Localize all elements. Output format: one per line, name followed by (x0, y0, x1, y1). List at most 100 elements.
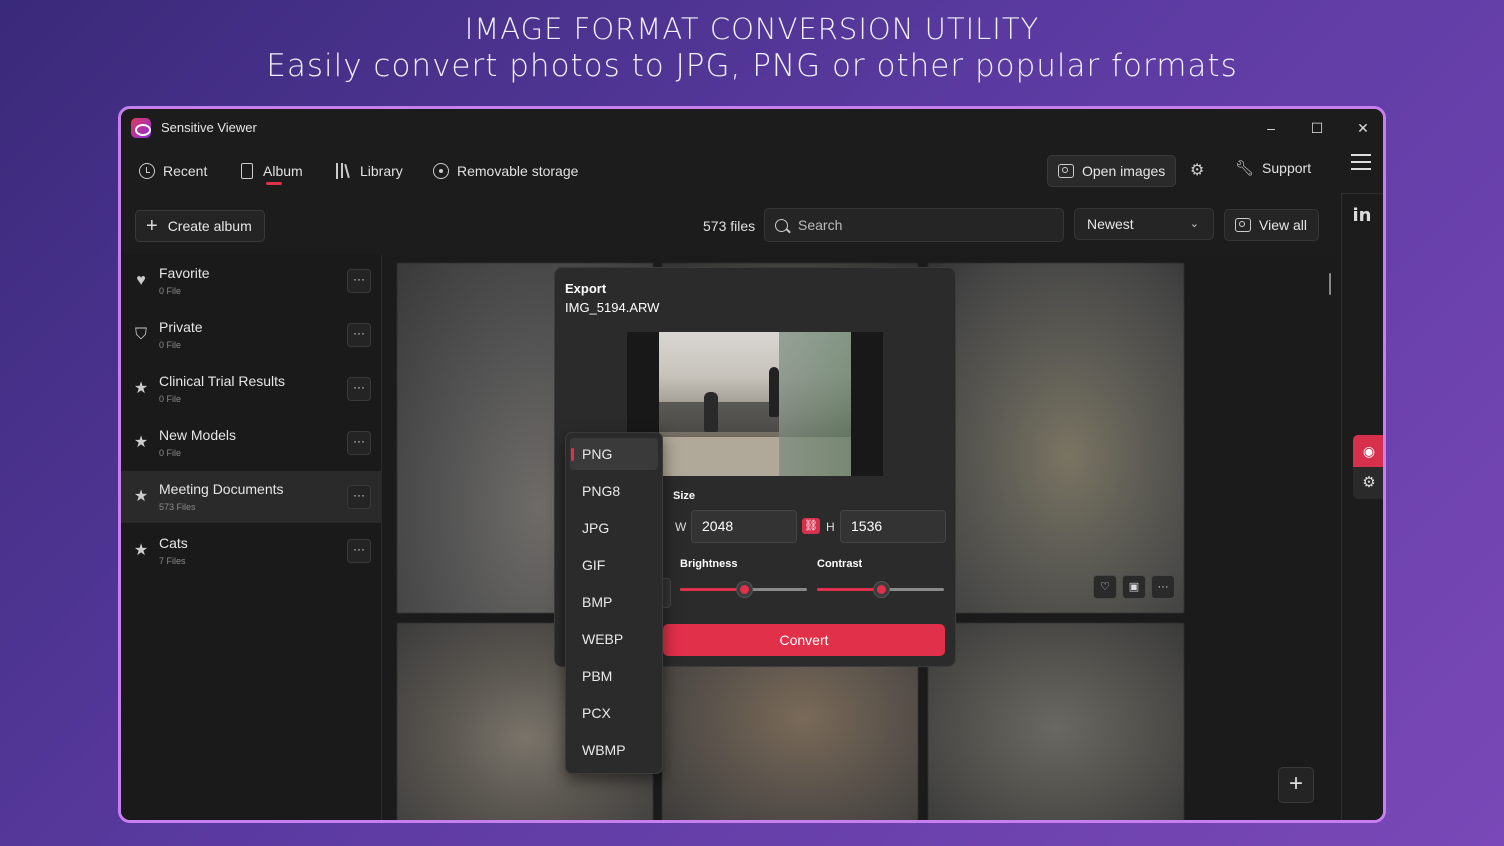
sort-dropdown[interactable]: Newest ⌄ (1074, 208, 1214, 240)
contrast-label: Contrast (817, 558, 863, 570)
user-settings-icon[interactable]: ⚙ (1190, 162, 1208, 180)
top-nav: Recent Album Library Removable storage O… (121, 147, 1341, 193)
album-count: 0 File (159, 394, 182, 404)
format-option[interactable]: PNG8 (570, 475, 658, 507)
album-item-new-models[interactable]: ★ New Models 0 File ··· (121, 417, 381, 469)
width-label: W (675, 520, 687, 534)
view-all-button[interactable]: View all (1224, 209, 1319, 241)
album-count: 0 File (159, 286, 182, 296)
nav-recent[interactable]: Recent (139, 159, 207, 183)
album-item-cats[interactable]: ★ Cats 7 Files ··· (121, 525, 381, 577)
album-name: New Models (159, 427, 237, 443)
add-button[interactable]: + (1278, 767, 1314, 803)
album-item-favorite[interactable]: ♥ Favorite 0 File ··· (121, 255, 381, 307)
shield-icon: ⛉ (134, 326, 147, 343)
favorite-heart-icon[interactable]: ♡ (1093, 575, 1117, 599)
album-more-button[interactable]: ··· (347, 485, 371, 509)
library-icon (336, 163, 352, 179)
album-item-clinical-trial-results[interactable]: ★ Clinical Trial Results 0 File ··· (121, 363, 381, 415)
format-option[interactable]: JPG (570, 512, 658, 544)
format-option[interactable]: BMP (570, 586, 658, 618)
format-option[interactable]: GIF (570, 549, 658, 581)
linkedin-icon[interactable]: in (1351, 205, 1373, 227)
album-name: Cats (159, 535, 188, 551)
rail-divider (1341, 193, 1383, 194)
plus-icon: + (146, 215, 158, 237)
album-name: Clinical Trial Results (159, 373, 286, 389)
preview-image (659, 332, 851, 476)
image-album-icon[interactable]: ▣ (1122, 575, 1146, 599)
slider-thumb[interactable] (872, 581, 890, 598)
photo-tile[interactable] (928, 263, 1184, 613)
create-album-button[interactable]: + Create album (135, 210, 265, 242)
album-more-button[interactable]: ··· (347, 269, 371, 293)
search-input[interactable]: Search (764, 208, 1064, 242)
app-title: Sensitive Viewer (161, 120, 257, 135)
album-name: Meeting Documents (159, 481, 284, 497)
format-option[interactable]: WEBP (570, 623, 658, 655)
format-option[interactable]: PNG (570, 438, 658, 470)
convert-button[interactable]: Convert (663, 624, 945, 656)
height-input[interactable]: 1536 (840, 510, 946, 543)
nav-storage-label: Removable storage (457, 163, 579, 179)
album-more-button[interactable]: ··· (347, 431, 371, 455)
close-button[interactable]: ✕ (1343, 115, 1383, 141)
search-placeholder: Search (798, 217, 843, 233)
banner-subtitle: Easily convert photos to JPG, PNG or oth… (266, 48, 1238, 84)
search-icon (775, 218, 788, 232)
album-item-meeting-documents[interactable]: ★ Meeting Documents 573 Files ··· (121, 471, 381, 523)
minimize-button[interactable]: – (1251, 115, 1291, 141)
storage-icon (433, 163, 449, 179)
album-count: 0 File (159, 448, 182, 458)
open-images-button[interactable]: Open images (1047, 155, 1176, 187)
nav-album-label: Album (263, 163, 303, 179)
album-more-button[interactable]: ··· (347, 539, 371, 563)
album-more-button[interactable]: ··· (347, 377, 371, 401)
width-input[interactable]: 2048 (691, 510, 797, 543)
tile-actions: ♡ ▣ ··· (1093, 575, 1175, 599)
album-count: 0 File (159, 340, 182, 350)
nav-library[interactable]: Library (336, 159, 403, 183)
support-label: Support (1262, 160, 1312, 176)
clock-icon (139, 163, 155, 179)
open-images-label: Open images (1082, 163, 1166, 179)
contrast-slider[interactable] (817, 581, 944, 598)
file-count: 573 files (703, 218, 756, 234)
album-more-button[interactable]: ··· (347, 323, 371, 347)
link-aspect-icon[interactable]: ⛓ (802, 518, 820, 534)
nav-album[interactable]: Album (239, 159, 303, 183)
format-option[interactable]: WBMP (570, 734, 658, 766)
app-window: Sensitive Viewer – ☐ ✕ Recent Album Libr… (118, 106, 1386, 823)
export-title: Export (565, 281, 607, 296)
format-dropdown-menu: PNG PNG8 JPG GIF BMP WEBP PBM PCX WBMP (565, 432, 663, 774)
star-icon: ★ (133, 434, 149, 451)
photo-tile[interactable] (928, 623, 1184, 820)
scrollbar-thumb[interactable] (1329, 273, 1331, 295)
slider-thumb[interactable] (735, 581, 753, 598)
brightness-slider[interactable] (680, 581, 807, 598)
sort-value: Newest (1087, 216, 1134, 232)
nav-removable-storage[interactable]: Removable storage (433, 159, 578, 183)
export-filename: IMG_5194.ARW (565, 300, 660, 315)
star-icon: ★ (133, 542, 149, 559)
format-option[interactable]: PBM (570, 660, 658, 692)
create-album-label: Create album (167, 218, 252, 234)
hamburger-menu-icon[interactable] (1351, 154, 1371, 170)
format-option[interactable]: PCX (570, 697, 658, 729)
banner-title: IMAGE FORMAT CONVERSION UTILITY (464, 12, 1040, 46)
support-button[interactable]: 🔧︎ Support (1235, 159, 1311, 177)
album-name: Favorite (159, 265, 210, 281)
album-name: Private (159, 319, 203, 335)
sensitive-toggle-panel: ◉ ⚙ (1353, 435, 1383, 499)
wrench-icon: 🔧︎ (1235, 160, 1255, 177)
gear-icon[interactable]: ⚙ (1353, 467, 1383, 499)
maximize-button[interactable]: ☐ (1297, 115, 1337, 141)
nav-library-label: Library (360, 163, 403, 179)
more-options-icon[interactable]: ··· (1151, 575, 1175, 599)
height-label: H (826, 520, 835, 534)
heart-icon: ♥ (136, 272, 146, 289)
star-icon: ★ (133, 488, 149, 505)
album-item-private[interactable]: ⛉ Private 0 File ··· (121, 309, 381, 361)
eye-off-icon[interactable]: ◉ (1353, 435, 1383, 467)
album-icon (241, 163, 253, 179)
